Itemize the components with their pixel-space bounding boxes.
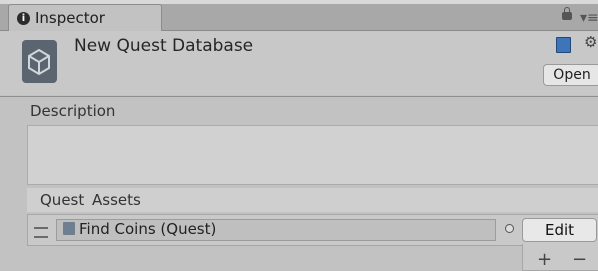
gear-icon[interactable]: ⚙ <box>584 33 597 51</box>
asset-title: New Quest Database <box>74 36 254 56</box>
description-label: Description <box>30 102 116 120</box>
quest-asset-icon <box>63 222 75 235</box>
object-picker-icon[interactable] <box>505 224 514 233</box>
inspector-tab[interactable]: i Inspector <box>8 4 162 31</box>
open-button[interactable]: Open <box>543 64 598 86</box>
description-textarea[interactable] <box>27 125 598 185</box>
tab-label: Inspector <box>35 9 105 27</box>
add-item-button[interactable]: + <box>537 249 552 270</box>
info-icon: i <box>17 12 30 25</box>
unity-asset-icon <box>22 40 57 83</box>
menu-icon[interactable]: ▾≡ <box>580 10 598 26</box>
quest-assets-label: Quest Assets <box>40 191 141 209</box>
drag-handle-icon[interactable] <box>34 227 48 238</box>
lock-icon[interactable] <box>562 7 572 20</box>
quest-object-label: Find Coins (Quest) <box>79 220 217 238</box>
edit-button[interactable]: Edit <box>522 218 597 242</box>
remove-item-button[interactable]: − <box>572 249 587 270</box>
book-icon[interactable] <box>556 37 571 53</box>
